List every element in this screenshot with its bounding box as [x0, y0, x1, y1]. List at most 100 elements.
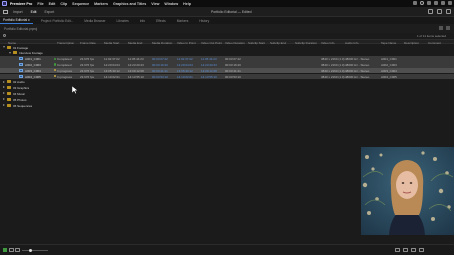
clip-name: A001_C001	[25, 57, 41, 62]
cell-audio-info: 48000 Hz - Stereo	[345, 74, 370, 79]
webcam-overlay	[361, 147, 454, 235]
bin-name: 06 Sequences	[13, 103, 33, 108]
project-toolbar: Portfolio Editorial.prproj	[0, 24, 454, 33]
panel-footer	[0, 244, 454, 255]
bin-name: 05 Photos	[13, 97, 27, 102]
disclosure-open-icon[interactable]	[3, 45, 5, 48]
disclosure-closed-icon[interactable]	[3, 92, 5, 95]
bin-name: Interview Footage	[19, 51, 43, 56]
clip-name: A002_C003	[25, 63, 41, 68]
mode-import[interactable]: Import	[13, 10, 23, 14]
zoom-slider[interactable]	[22, 250, 48, 251]
transcription-status-icon	[54, 57, 57, 60]
bin-name: 02 Audio	[13, 80, 25, 85]
menu-item-markers[interactable]: Markers	[94, 2, 108, 6]
disclosure-closed-icon[interactable]	[3, 80, 5, 83]
list-view-icon[interactable]	[439, 26, 443, 30]
menu-item-graphics-and-titles[interactable]: Graphics and Titles	[113, 2, 146, 6]
menu-item-view[interactable]: View	[151, 2, 159, 6]
mode-switcher: Import Edit Export	[13, 10, 54, 14]
cell-video-out-point: 13:09:12:08	[201, 68, 217, 73]
disclosure-closed-icon[interactable]	[3, 98, 5, 101]
cell-video-duration: 00:03:07:22	[225, 57, 241, 62]
cell-media-end: 11:05:44:23	[128, 57, 144, 62]
cloud-icon[interactable]	[413, 1, 417, 5]
tab-markers[interactable]: Markers	[174, 19, 192, 23]
search-icon[interactable]	[441, 1, 445, 5]
bin-row[interactable]: 06 Sequences	[0, 103, 454, 109]
disclosure-closed-icon[interactable]	[3, 86, 5, 89]
menu-item-premiere-pro[interactable]: Premiere Pro	[10, 2, 32, 6]
workspaces-icon[interactable]	[446, 9, 451, 14]
tab-history[interactable]: History	[196, 19, 212, 23]
menu-item-edit[interactable]: Edit	[49, 2, 56, 6]
folder-icon	[7, 80, 11, 84]
cell-video-in-point: 14:10:02:01	[177, 74, 193, 79]
fullscreen-icon[interactable]	[437, 9, 442, 14]
new-bin-icon[interactable]	[403, 248, 408, 252]
search-icon[interactable]	[3, 34, 6, 37]
tab-project-portfolio-edit[interactable]: Project: Portfolio Edit...	[38, 19, 76, 23]
bin-name: 03 Graphics	[13, 86, 30, 91]
menu-item-window[interactable]: Window	[164, 2, 178, 6]
cell-media-start: 14:10:02:01	[104, 74, 120, 79]
clip-name: A004_C005	[25, 74, 41, 79]
cell-video-in-point: 11:02:37:02	[177, 57, 193, 62]
cell-transcription: Completed	[57, 57, 72, 62]
cell-video-duration: 00:03:41:21	[225, 68, 241, 73]
cell-media-end: 13:09:12:08	[128, 68, 144, 73]
wifi-icon[interactable]	[434, 1, 438, 5]
control-center-icon[interactable]	[448, 1, 452, 5]
menu-item-help[interactable]: Help	[183, 2, 191, 6]
menu-bar: Premiere Pro File Edit Clip Sequence Markers G…	[0, 0, 454, 7]
project-name: Portfolio Editorial.prproj	[4, 27, 38, 31]
cell-video-info: 3840 x 2160 (1.0)	[321, 68, 345, 73]
list-view-icon[interactable]	[9, 248, 14, 252]
folder-icon	[13, 51, 17, 55]
tab-info[interactable]: Info	[137, 19, 148, 23]
transcription-status-icon	[54, 69, 57, 72]
cell-media-duration: 00:03:41:21	[152, 68, 168, 73]
bin-name: 04 Music	[13, 92, 26, 97]
cell-tape-name: A002_C003	[381, 63, 397, 68]
home-icon[interactable]	[3, 9, 8, 14]
tab-effects[interactable]: Effects	[153, 19, 169, 23]
freeform-view-icon[interactable]	[15, 248, 20, 252]
tab-libraries[interactable]: Libraries	[114, 19, 132, 23]
cell-media-start: 12:20:04:04	[104, 63, 120, 68]
cell-tape-name: A001_C001	[381, 57, 397, 62]
mode-edit[interactable]: Edit	[31, 10, 37, 14]
bin-name: 01 Footage	[13, 45, 29, 50]
disclosure-open-icon[interactable]	[9, 51, 11, 54]
cell-video-out-point: 11:05:44:23	[201, 57, 217, 62]
find-icon[interactable]	[395, 248, 400, 252]
cell-video-info: 3840 x 2160 (1.0)	[321, 57, 345, 62]
menu-item-file[interactable]: File	[37, 2, 43, 6]
cell-media-start: 13:05:30:12	[104, 68, 120, 73]
clip-name: A003_C004	[25, 68, 41, 73]
share-icon[interactable]	[428, 9, 433, 14]
mode-export[interactable]: Export	[44, 10, 54, 14]
cell-media-end: 14:13:55:10	[128, 74, 144, 79]
premiere-app-icon	[2, 1, 7, 6]
cell-frame-rate: 23.976 fps	[80, 63, 95, 68]
tab-portfolio-editorial[interactable]: Portfolio Editorial ≡	[0, 17, 33, 24]
help-icon[interactable]	[420, 1, 424, 5]
zoom-slider-knob[interactable]	[29, 248, 32, 252]
cell-video-in-point: 12:20:04:04	[177, 63, 193, 68]
disclosure-closed-icon[interactable]	[3, 103, 5, 106]
cell-transcription: In progress	[57, 74, 73, 79]
cell-frame-rate: 23.976 fps	[80, 57, 95, 62]
icon-view-icon[interactable]	[446, 26, 450, 30]
item-count: 1 of 11 items selected	[417, 34, 446, 38]
new-item-icon[interactable]	[411, 248, 416, 252]
app-header: Import Edit Export Portfolio Editorial —…	[0, 7, 454, 17]
menu-item-sequence[interactable]: Sequence	[72, 2, 89, 6]
tab-media-browser[interactable]: Media Browser	[81, 19, 108, 23]
trash-icon[interactable]	[419, 248, 424, 252]
cell-video-out-point: 14:13:55:10	[201, 74, 217, 79]
menu-item-clip[interactable]: Clip	[60, 2, 67, 6]
cell-video-duration: 00:03:53:10	[225, 74, 241, 79]
video-clip-icon	[19, 68, 23, 72]
pencil-icon[interactable]	[3, 248, 7, 252]
